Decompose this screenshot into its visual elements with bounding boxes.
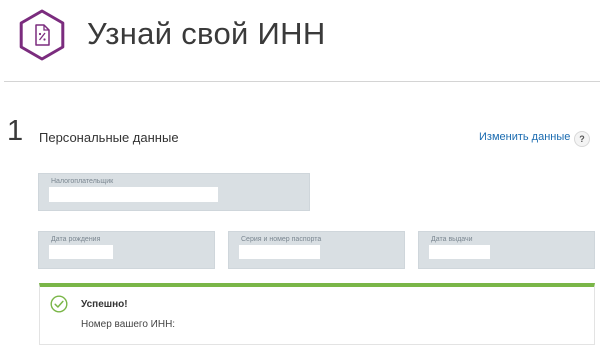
header-divider xyxy=(4,81,600,82)
inn-result-text: Номер вашего ИНН: xyxy=(81,319,176,330)
section-title: Персональные данные xyxy=(39,130,179,145)
check-circle-icon xyxy=(50,295,68,313)
success-message: Успешно! Номер вашего ИНН: xyxy=(39,283,595,345)
issue-date-input[interactable] xyxy=(429,245,490,259)
birth-date-field: Дата рождения xyxy=(38,231,215,269)
passport-label: Серия и номер паспорта xyxy=(241,236,322,243)
page-header: Узнай свой ИНН xyxy=(0,0,600,82)
passport-input[interactable] xyxy=(239,245,320,259)
birth-date-input[interactable] xyxy=(49,245,113,259)
help-icon[interactable]: ? xyxy=(574,131,590,147)
taxpayer-label: Налогоплательщик xyxy=(51,178,114,185)
issue-date-field: Дата выдачи xyxy=(418,231,595,269)
step-number: 1 xyxy=(7,115,24,147)
taxpayer-input[interactable] xyxy=(49,187,218,202)
taxpayer-field: Налогоплательщик xyxy=(38,173,310,211)
page-title: Узнай свой ИНН xyxy=(87,16,326,51)
tax-percent-document-icon xyxy=(19,9,65,61)
birth-date-label: Дата рождения xyxy=(51,236,101,243)
edit-data-link[interactable]: Изменить данные xyxy=(479,131,570,143)
success-title: Успешно! xyxy=(81,299,128,310)
issue-date-label: Дата выдачи xyxy=(431,236,473,243)
passport-field: Серия и номер паспорта xyxy=(228,231,405,269)
